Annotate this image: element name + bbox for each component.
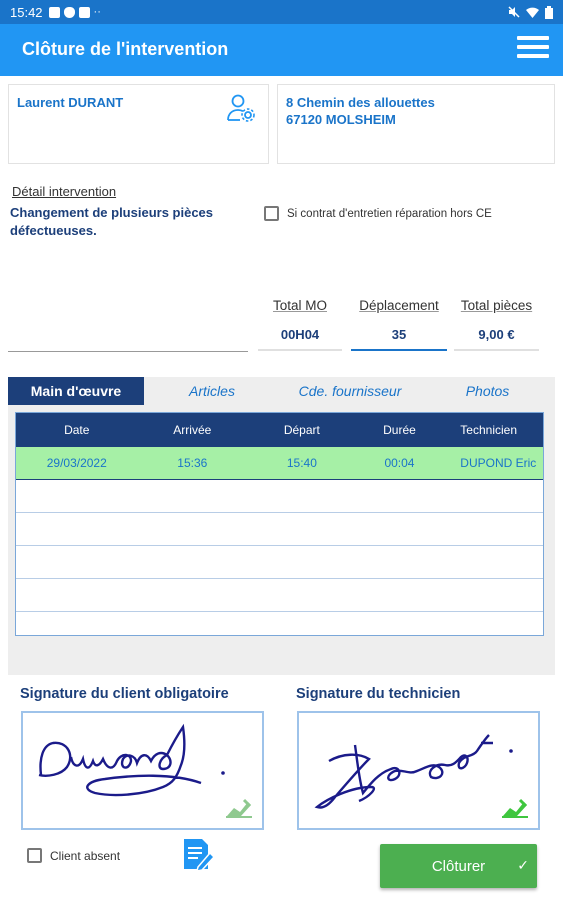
contract-checkbox-box[interactable] — [264, 206, 279, 221]
client-name: Laurent DURANT — [17, 95, 124, 110]
table-row-empty — [16, 579, 543, 612]
table-header: Date Arrivée Départ Durée Technicien — [16, 413, 543, 447]
col-depart[interactable]: Départ — [247, 423, 357, 437]
total-pieces-label: Total pièces — [460, 298, 533, 313]
page-title: Clôture de l'intervention — [22, 39, 229, 59]
total-pieces-value: 9,00 € — [454, 325, 539, 351]
table-row-empty — [16, 480, 543, 513]
wifi-icon — [526, 7, 539, 18]
signature-edit-icon[interactable] — [500, 796, 530, 820]
address-line2: 67120 MOLSHEIM — [286, 112, 396, 127]
check-icon: ✓ — [517, 857, 529, 873]
car-notification-icon — [78, 6, 90, 18]
tabs-panel: Main d'œuvre Articles Cde. fournisseur P… — [8, 377, 555, 675]
cloturer-label: Clôturer — [431, 857, 486, 875]
table-row-empty — [16, 513, 543, 546]
client-card: Laurent DURANT — [8, 84, 269, 164]
total-pieces: Total pièces 9,00 € — [454, 298, 539, 351]
tab-main-oeuvre[interactable]: Main d'œuvre — [8, 377, 144, 405]
tech-signature-pad[interactable] — [297, 711, 540, 830]
total-mo-value: 00H04 — [258, 325, 342, 351]
mute-icon — [508, 6, 520, 18]
col-date[interactable]: Date — [16, 423, 138, 437]
deplacement[interactable]: Déplacement 35 — [351, 298, 447, 351]
gallery-notification-icon — [48, 6, 60, 18]
contract-checkbox[interactable]: Si contrat d'entretien réparation hors C… — [264, 206, 492, 221]
user-settings-icon[interactable] — [226, 93, 256, 123]
table-row-empty — [16, 546, 543, 579]
col-technicien[interactable]: Technicien — [442, 423, 543, 437]
hamburger-menu-icon[interactable] — [517, 36, 549, 64]
more-notifications: ·· — [93, 6, 101, 18]
cell-technicien: DUPOND Eric — [460, 456, 537, 470]
shield-notification-icon — [63, 6, 75, 18]
address-card: 8 Chemin des allouettes 67120 MOLSHEIM — [277, 84, 555, 164]
client-absent-checkbox[interactable]: Client absent — [27, 848, 120, 863]
labor-table: Date Arrivée Départ Durée Technicien 29/… — [15, 412, 544, 636]
battery-icon — [545, 5, 553, 19]
app-bar: Clôture de l'intervention — [0, 24, 563, 76]
document-edit-icon[interactable] — [180, 837, 216, 873]
client-absent-box[interactable] — [27, 848, 42, 863]
client-signature-label: Signature du client obligatoire — [20, 686, 229, 702]
tab-articles[interactable]: Articles — [144, 377, 280, 405]
col-duree[interactable]: Durée — [357, 423, 443, 437]
table-row[interactable]: 29/03/2022 15:36 15:40 00:04 DUPOND Eric — [16, 447, 543, 480]
tab-cde-fournisseur[interactable]: Cde. fournisseur — [280, 377, 420, 405]
cloturer-button[interactable]: Clôturer ✓ — [380, 844, 537, 888]
client-signature-pad[interactable] — [21, 711, 264, 830]
client-absent-label: Client absent — [50, 848, 121, 863]
total-mo: Total MO 00H04 — [258, 298, 342, 351]
col-arrivee[interactable]: Arrivée — [138, 423, 248, 437]
contract-checkbox-label: Si contrat d'entretien réparation hors C… — [287, 207, 492, 220]
cell-date: 29/03/2022 — [46, 456, 107, 470]
status-time: 15:42 — [10, 4, 43, 20]
detail-intervention-text: Changement de plusieurs pièces défectueu… — [10, 205, 214, 238]
input-underline — [8, 351, 248, 352]
deplacement-label: Déplacement — [359, 298, 439, 313]
tech-signature-label: Signature du technicien — [296, 686, 461, 702]
cell-duree: 00:04 — [384, 456, 415, 470]
status-bar: 15:42 ·· — [0, 0, 563, 24]
detail-intervention-label: Détail intervention — [12, 184, 117, 199]
total-mo-label: Total MO — [272, 298, 327, 313]
cell-depart: 15:40 — [286, 456, 317, 470]
cell-arrivee: 15:36 — [177, 456, 208, 470]
signature-edit-icon[interactable] — [224, 796, 254, 820]
deplacement-input[interactable]: 35 — [351, 325, 447, 351]
address-line1: 8 Chemin des allouettes — [286, 95, 435, 110]
tab-photos[interactable]: Photos — [420, 377, 555, 405]
